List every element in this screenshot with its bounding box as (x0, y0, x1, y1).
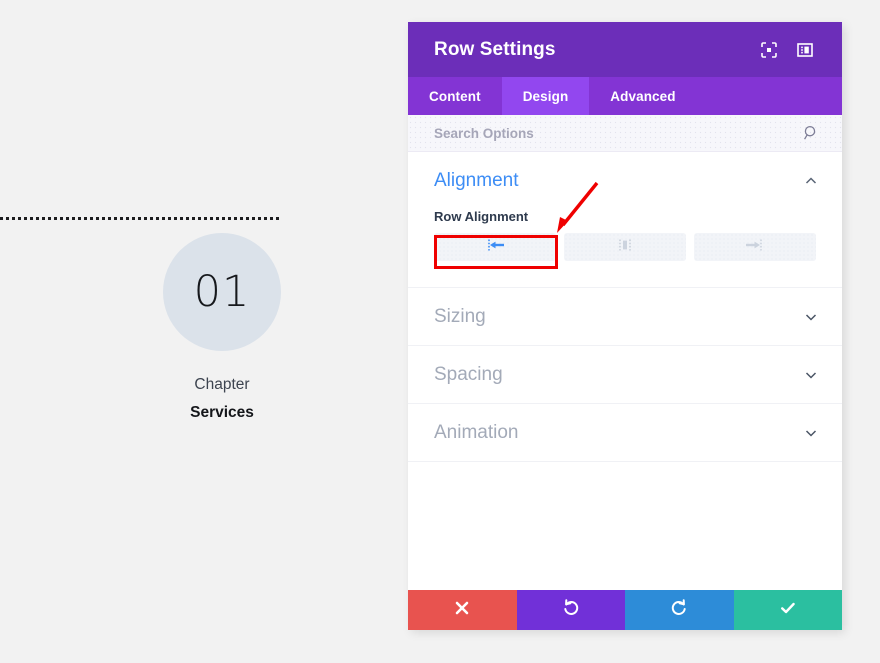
canvas-preview: 01 Chapter Services (0, 0, 408, 663)
layout-panel-icon[interactable] (790, 35, 820, 65)
section-alignment: Alignment Row Alignment (408, 152, 842, 288)
search-input[interactable] (434, 125, 802, 141)
panel-title: Row Settings (434, 38, 556, 60)
align-right-button[interactable] (694, 233, 816, 261)
row-settings-panel: Row Settings Content Design Advanced Sea… (408, 22, 842, 630)
redo-arrow-icon (670, 598, 688, 622)
row-alignment-options (434, 233, 816, 261)
chapter-title: Services (190, 404, 254, 422)
align-center-button[interactable] (564, 233, 686, 261)
close-x-icon (454, 600, 470, 621)
arrow-right-align-icon (742, 238, 768, 257)
expand-focus-icon[interactable] (754, 35, 784, 65)
section-animation-title: Animation (434, 421, 519, 443)
section-sizing-title: Sizing (434, 305, 486, 327)
section-alignment-title: Alignment (434, 169, 519, 191)
section-spacing: Spacing (408, 346, 842, 404)
chevron-down-icon[interactable] (802, 424, 820, 442)
section-animation-header[interactable]: Animation (408, 404, 842, 461)
cancel-button[interactable] (408, 590, 517, 630)
chapter-block: 01 Chapter Services (104, 233, 340, 425)
panel-header: Row Settings (408, 22, 842, 77)
chapter-number: 01 (193, 266, 251, 317)
section-sizing-header[interactable]: Sizing (408, 288, 842, 345)
chevron-down-icon[interactable] (802, 308, 820, 326)
search-icon[interactable] (802, 124, 820, 142)
undo-button[interactable] (516, 590, 625, 630)
chevron-down-icon[interactable] (802, 366, 820, 384)
redo-button[interactable] (625, 590, 734, 630)
checkmark-icon (779, 599, 797, 622)
row-alignment-label: Row Alignment (434, 209, 529, 224)
align-left-button[interactable] (434, 233, 556, 261)
panel-body: Alignment Row Alignment Sizing Spacing A… (408, 152, 842, 590)
panel-footer (408, 590, 842, 630)
panel-tabs: Content Design Advanced (408, 77, 842, 115)
chevron-up-icon[interactable] (802, 172, 820, 190)
chapter-circle: 01 (163, 233, 281, 351)
align-center-icon (612, 238, 638, 257)
section-sizing: Sizing (408, 288, 842, 346)
chapter-label: Chapter (194, 376, 250, 393)
tab-advanced[interactable]: Advanced (589, 77, 696, 115)
search-row (408, 115, 842, 152)
section-spacing-header[interactable]: Spacing (408, 346, 842, 403)
dotted-divider (0, 217, 279, 220)
save-button[interactable] (733, 590, 842, 630)
arrow-left-align-icon (482, 238, 508, 257)
section-alignment-header[interactable]: Alignment (408, 152, 842, 209)
section-alignment-content: Row Alignment (408, 209, 842, 287)
section-spacing-title: Spacing (434, 363, 503, 385)
section-animation: Animation (408, 404, 842, 462)
tab-design[interactable]: Design (501, 77, 590, 115)
tab-content[interactable]: Content (408, 77, 502, 115)
undo-arrow-icon (562, 598, 580, 622)
